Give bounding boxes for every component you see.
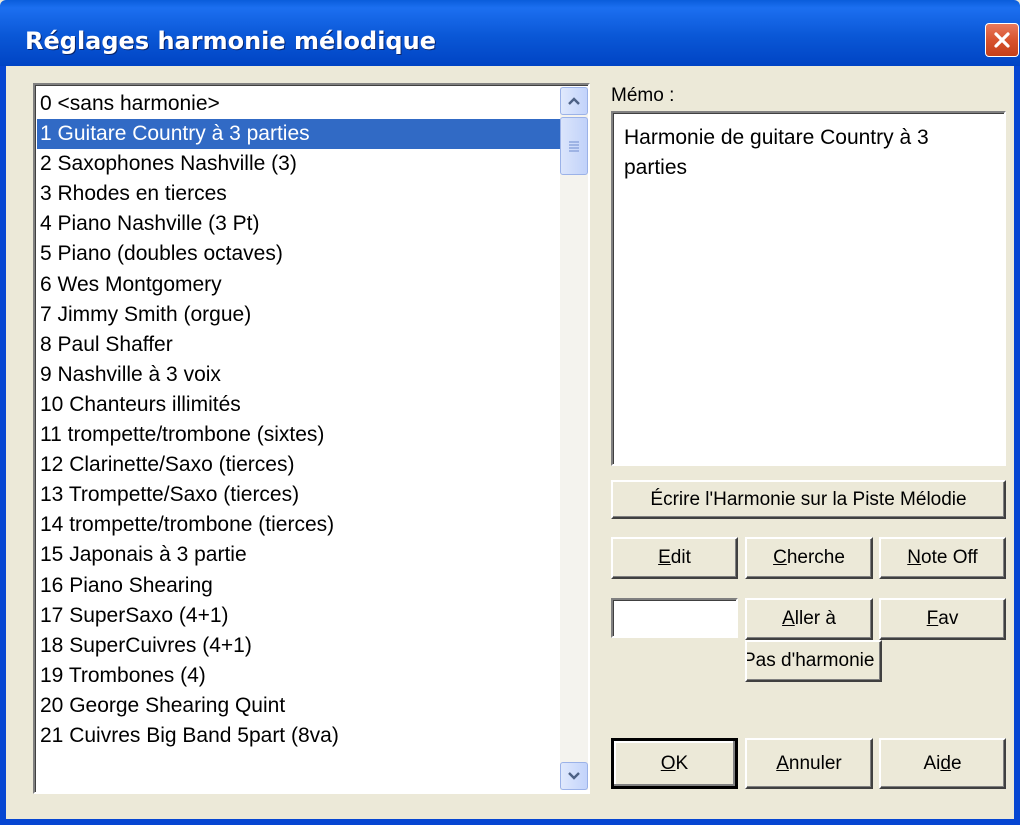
list-item[interactable]: 3 Rhodes en tierces (37, 179, 560, 209)
list-item[interactable]: 5 Piano (doubles octaves) (37, 239, 560, 269)
list-item[interactable]: 4 Piano Nashville (3 Pt) (37, 209, 560, 239)
list-item[interactable]: 9 Nashville à 3 voix (37, 360, 560, 390)
list-item[interactable]: 19 Trombones (4) (37, 661, 560, 691)
list-item[interactable]: 7 Jimmy Smith (orgue) (37, 300, 560, 330)
help-button[interactable]: Ai d e (879, 738, 1006, 789)
list-item[interactable]: 17 SuperSaxo (4+1) (37, 601, 560, 631)
scroll-down-button[interactable] (560, 762, 588, 790)
help-mnemonic: d (940, 752, 951, 774)
list-item[interactable]: 13 Trompette/Saxo (tierces) (37, 480, 560, 510)
title-bar[interactable]: Réglages harmonie mélodique (0, 0, 1020, 66)
list-item[interactable]: 21 Cuivres Big Band 5part (8va) (37, 721, 560, 751)
scroll-up-button[interactable] (560, 87, 588, 115)
scroll-thumb[interactable] (560, 117, 588, 175)
grip-icon (569, 141, 579, 152)
chevron-down-icon (568, 772, 580, 780)
help-start: Ai (923, 752, 941, 774)
list-item[interactable]: 15 Japonais à 3 partie (37, 540, 560, 570)
chevron-up-icon (568, 97, 580, 105)
list-item[interactable]: 2 Saxophones Nashville (3) (37, 149, 560, 179)
harmony-listbox[interactable]: 0 <sans harmonie> 1 Guitare Country à 3 p… (33, 83, 590, 794)
list-item[interactable]: 1 Guitare Country à 3 parties (37, 119, 560, 150)
ok-mnemonic: O (660, 752, 676, 774)
dialog-window: Réglages harmonie mélodique 0 <sans harm… (0, 0, 1020, 825)
cancel-rest: nnuler (788, 752, 842, 774)
no-harmony-button[interactable]: Pas d'harmonie (745, 640, 882, 682)
list-item[interactable]: 8 Paul Shaffer (37, 330, 560, 360)
list-item[interactable]: 0 <sans harmonie> (37, 89, 560, 119)
goto-button[interactable]: Aller à (745, 598, 873, 640)
search-mnemonic: C (773, 547, 787, 568)
ok-rest: K (675, 752, 689, 774)
list-item[interactable]: 18 SuperCuivres (4+1) (37, 631, 560, 661)
fav-rest: av (938, 608, 959, 629)
fav-button[interactable]: Fav (879, 598, 1006, 640)
list-item[interactable]: 14 trompette/trombone (tierces) (37, 510, 560, 540)
list-item[interactable]: 16 Piano Shearing (37, 571, 560, 601)
close-icon (994, 32, 1010, 48)
edit-rest: dit (670, 547, 691, 568)
window-frame-bottom (0, 819, 1020, 825)
memo-label: Mémo : (611, 85, 675, 106)
window-frame-right (1014, 66, 1020, 825)
no-harmony-label: Pas d'harmonie (745, 650, 875, 671)
goto-mnemonic: A (782, 608, 795, 629)
goto-rest: ller à (794, 608, 836, 629)
list-item[interactable]: 20 George Shearing Quint (37, 691, 560, 721)
edit-button[interactable]: Edit (611, 537, 738, 579)
write-harmony-button[interactable]: Écrire l'Harmonie sur la Piste Mélodie (611, 480, 1006, 519)
search-rest: herche (786, 547, 845, 568)
cancel-mnemonic: A (776, 752, 789, 774)
note-off-mnemonic: N (907, 547, 922, 568)
help-rest: e (950, 752, 962, 774)
list-item[interactable]: 12 Clarinette/Saxo (tierces) (37, 450, 560, 480)
harmony-list: 0 <sans harmonie> 1 Guitare Country à 3 p… (37, 89, 560, 751)
cancel-button[interactable]: Annuler (745, 738, 873, 789)
note-off-rest: ote Off (921, 547, 978, 568)
ok-button[interactable]: OK (611, 738, 738, 789)
window-frame-left (0, 66, 6, 825)
list-scrollbar[interactable] (560, 87, 588, 790)
goto-input[interactable] (611, 598, 738, 638)
memo-text: Harmonie de guitare Country à 3 parties (611, 111, 1006, 466)
search-button[interactable]: Cherche (745, 537, 873, 579)
list-item[interactable]: 11 trompette/trombone (sixtes) (37, 420, 560, 450)
edit-mnemonic: E (658, 547, 671, 568)
close-button[interactable] (985, 23, 1019, 57)
fav-mnemonic: F (926, 608, 939, 629)
list-item[interactable]: 6 Wes Montgomery (37, 270, 560, 300)
note-off-button[interactable]: Note Off (879, 537, 1006, 579)
window-title: Réglages harmonie mélodique (25, 27, 436, 55)
list-item[interactable]: 10 Chanteurs illimités (37, 390, 560, 420)
